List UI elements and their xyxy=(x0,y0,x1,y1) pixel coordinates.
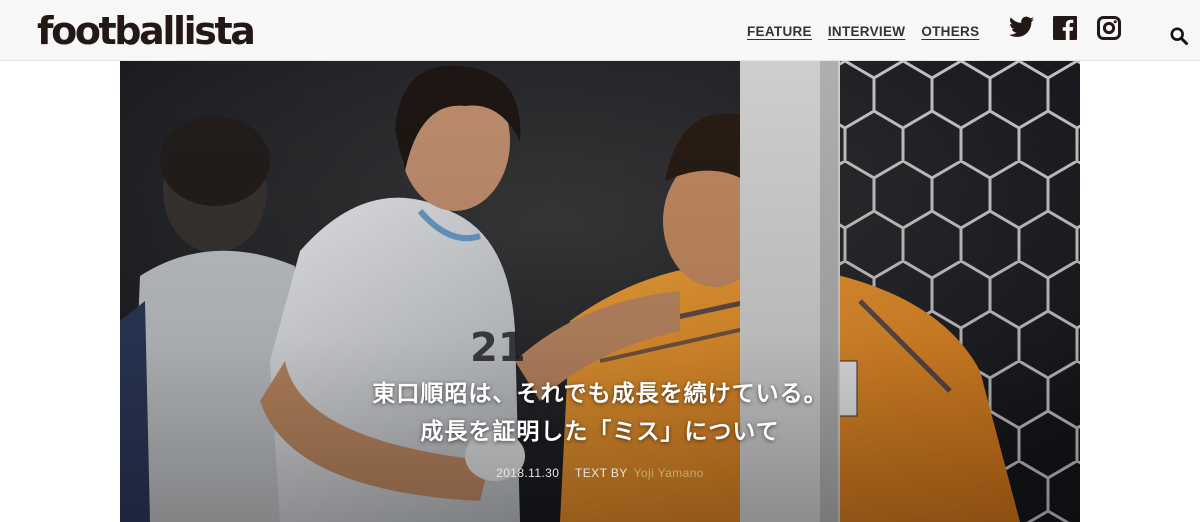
article-meta: 2018.11.30 TEXT BY Yoji Yamano xyxy=(120,466,1080,480)
hero-overlay xyxy=(120,61,1080,522)
nav-interview[interactable]: INTERVIEW xyxy=(828,24,905,39)
nav-feature[interactable]: FEATURE xyxy=(747,24,812,39)
text-by-label: TEXT BY xyxy=(575,466,628,480)
article-title-line1[interactable]: 東口順昭は、それでも成長を続けている。 xyxy=(120,376,1080,412)
instagram-icon[interactable] xyxy=(1097,16,1121,40)
twitter-icon[interactable] xyxy=(1009,16,1034,38)
nav-others[interactable]: OTHERS xyxy=(921,24,979,39)
author-link[interactable]: Yoji Yamano xyxy=(634,466,704,480)
article-title-line2[interactable]: 成長を証明した「ミス」について xyxy=(120,414,1080,450)
article-date: 2018.11.30 xyxy=(496,466,560,480)
search-icon[interactable] xyxy=(1170,27,1188,49)
main-nav: FEATURE INTERVIEW OTHERS xyxy=(747,24,995,39)
site-logo[interactable]: footballista xyxy=(37,6,256,56)
facebook-icon[interactable] xyxy=(1053,16,1077,40)
site-header: footballista FEATURE INTERVIEW OTHERS xyxy=(0,0,1200,61)
hero-image[interactable]: 21 東口順昭は、それでも成長を続けている。 成長を証明した「ミス」について 2… xyxy=(120,61,1080,522)
